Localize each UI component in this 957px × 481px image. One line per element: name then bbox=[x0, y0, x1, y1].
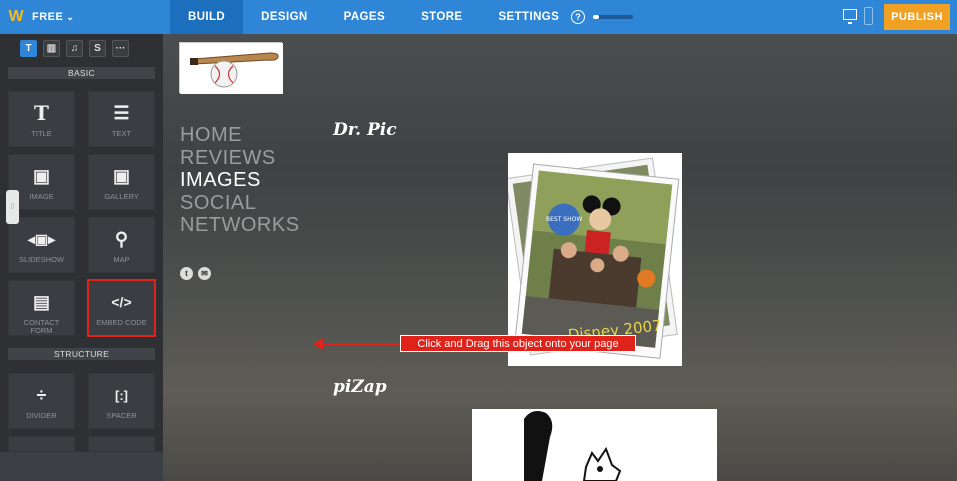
publish-button[interactable]: PUBLISH bbox=[884, 4, 950, 30]
element-label: DIVIDER bbox=[26, 411, 57, 420]
drag-hint-callout: Click and Drag this object onto your pag… bbox=[400, 335, 636, 352]
title-icon: T bbox=[34, 101, 49, 125]
text-icon[interactable]: T bbox=[20, 40, 37, 57]
store-icon[interactable]: S bbox=[89, 40, 106, 57]
help-icon[interactable]: ? bbox=[571, 10, 585, 24]
layout-icon[interactable]: ▥ bbox=[43, 40, 60, 57]
progress-fill bbox=[593, 15, 599, 19]
twitter-icon[interactable]: t bbox=[180, 267, 193, 280]
element-text[interactable]: ☰ TEXT bbox=[88, 91, 155, 147]
desktop-view-icon[interactable] bbox=[843, 9, 857, 24]
chevron-down-icon: ⌄ bbox=[66, 12, 75, 22]
photo-sign: BEST SHOW bbox=[546, 216, 582, 223]
element-label: EMBED CODE bbox=[96, 318, 147, 327]
social-icons: t ✉ bbox=[180, 267, 211, 280]
cartoon-image bbox=[472, 409, 717, 481]
form-icon: ▤ bbox=[32, 291, 50, 312]
element-label: GALLERY bbox=[104, 192, 139, 201]
music-icon[interactable]: ♫ bbox=[66, 40, 83, 57]
mobile-view-icon[interactable] bbox=[864, 7, 873, 25]
nav-home[interactable]: HOME bbox=[180, 124, 300, 147]
element-gallery[interactable]: ▣ GALLERY bbox=[88, 154, 155, 210]
baseball-bat-image bbox=[180, 43, 283, 94]
text-lines-icon: ☰ bbox=[113, 102, 130, 123]
element-partial[interactable] bbox=[8, 436, 75, 452]
tab-settings[interactable]: SETTINGS bbox=[480, 0, 577, 34]
elements-sidebar: T ▥ ♫ S ··· BASIC T TITLE ☰ TEXT ▣ IMAGE… bbox=[0, 34, 163, 481]
tab-store[interactable]: STORE bbox=[403, 0, 480, 34]
nav-images[interactable]: IMAGES bbox=[180, 169, 300, 192]
element-label: TITLE bbox=[31, 129, 52, 138]
arrow-left-icon bbox=[313, 338, 323, 350]
spacer-icon: [:] bbox=[115, 387, 128, 403]
tab-build[interactable]: BUILD bbox=[170, 0, 244, 34]
image-icon: ▣ bbox=[32, 165, 50, 186]
main-nav-tabs: BUILD DESIGN PAGES STORE SETTINGS bbox=[170, 0, 577, 34]
map-pin-icon: ⚲ bbox=[114, 228, 129, 249]
element-spacer[interactable]: [:] SPACER bbox=[88, 373, 155, 429]
element-category-tabs: T ▥ ♫ S ··· bbox=[20, 40, 129, 57]
code-icon: </> bbox=[111, 294, 132, 310]
sidebar-footer bbox=[0, 452, 163, 481]
slideshow-icon: ◂▣▸ bbox=[27, 230, 56, 247]
element-label: TEXT bbox=[111, 129, 132, 138]
element-label: IMAGE bbox=[29, 192, 54, 201]
email-icon[interactable]: ✉ bbox=[198, 267, 211, 280]
element-map[interactable]: ⚲ MAP bbox=[88, 217, 155, 273]
more-icon[interactable]: ··· bbox=[112, 40, 129, 57]
element-contact-form[interactable]: ▤ CONTACT FORM bbox=[8, 280, 75, 336]
element-label: SLIDESHOW bbox=[18, 255, 64, 264]
pizap-image[interactable] bbox=[472, 409, 717, 481]
top-toolbar: W FREE ⌄ BUILD DESIGN PAGES STORE SETTING… bbox=[0, 0, 957, 34]
element-slideshow[interactable]: ◂▣▸ SLIDESHOW bbox=[8, 217, 75, 273]
element-label: SPACER bbox=[106, 411, 137, 420]
nav-social[interactable]: SOCIAL bbox=[180, 192, 300, 215]
callout-arrow-line bbox=[319, 343, 400, 345]
plan-dropdown[interactable]: FREE ⌄ bbox=[32, 11, 74, 23]
tab-design[interactable]: DESIGN bbox=[243, 0, 326, 34]
divider-icon: ÷ bbox=[36, 384, 47, 405]
element-title[interactable]: T TITLE bbox=[8, 91, 75, 147]
heading-dr-pic[interactable]: Dr. Pic bbox=[333, 120, 397, 140]
sidebar-collapse-handle[interactable]: ⁞⁞ bbox=[6, 190, 19, 224]
heading-pizap[interactable]: piZap bbox=[333, 377, 387, 397]
element-embed-code[interactable]: </> EMBED CODE bbox=[87, 279, 156, 337]
element-partial[interactable] bbox=[88, 436, 155, 452]
setup-progress-bar bbox=[593, 15, 633, 19]
element-label: MAP bbox=[113, 255, 130, 264]
tab-pages[interactable]: PAGES bbox=[326, 0, 403, 34]
section-structure: STRUCTURE bbox=[8, 348, 155, 360]
section-basic: BASIC bbox=[8, 67, 155, 79]
nav-networks[interactable]: NETWORKS bbox=[180, 214, 300, 237]
nav-reviews[interactable]: REVIEWS bbox=[180, 147, 300, 170]
site-canvas[interactable]: HOME REVIEWS IMAGES SOCIAL NETWORKS t ✉ … bbox=[163, 34, 957, 481]
plan-label: FREE bbox=[32, 11, 64, 23]
site-logo-image[interactable] bbox=[179, 42, 283, 94]
element-divider[interactable]: ÷ DIVIDER bbox=[8, 373, 75, 429]
gallery-icon: ▣ bbox=[112, 165, 130, 186]
element-label: CONTACT FORM bbox=[23, 318, 60, 335]
weebly-logo-icon[interactable]: W bbox=[2, 0, 30, 34]
site-navigation: HOME REVIEWS IMAGES SOCIAL NETWORKS bbox=[180, 124, 300, 237]
